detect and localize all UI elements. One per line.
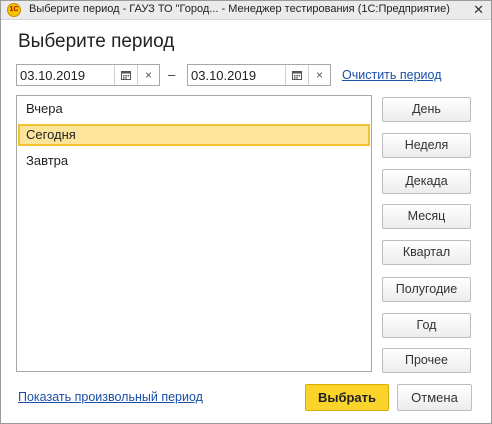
half-year-button[interactable]: Полугодие [382,277,471,302]
day-button[interactable]: День [382,97,471,122]
clear-date-to-icon[interactable]: × [308,65,330,85]
cancel-button[interactable]: Отмена [397,384,472,411]
app-logo-text: 1C [9,6,19,13]
dialog-heading: Выберите период [18,31,175,52]
calendar-icon[interactable] [114,65,137,85]
year-button[interactable]: Год [382,313,471,338]
date-from-field[interactable]: 03.10.2019 × [16,64,160,86]
period-dialog: 1C Выберите период - ГАУЗ ТО "Город... -… [0,0,492,424]
quarter-button[interactable]: Квартал [382,240,471,265]
date-to-value[interactable]: 03.10.2019 [191,68,256,83]
close-icon[interactable]: ✕ [473,1,484,19]
date-to-field[interactable]: 03.10.2019 × [187,64,331,86]
date-from-value[interactable]: 03.10.2019 [20,68,85,83]
week-button[interactable]: Неделя [382,133,471,158]
decade-button[interactable]: Декада [382,169,471,194]
app-logo-icon: 1C [7,3,21,17]
period-list[interactable]: Вчера Сегодня Завтра [16,95,372,372]
range-separator: – [168,67,176,82]
clear-period-link[interactable]: Очистить период [342,68,442,82]
title-bar[interactable]: 1C Выберите период - ГАУЗ ТО "Город... -… [1,1,491,20]
clear-date-from-icon[interactable]: × [137,65,159,85]
list-item-tomorrow[interactable]: Завтра [18,150,370,172]
other-button[interactable]: Прочее [382,348,471,373]
show-custom-period-link[interactable]: Показать произвольный период [18,390,203,404]
list-item-yesterday[interactable]: Вчера [18,98,370,120]
list-item-today[interactable]: Сегодня [18,124,370,146]
calendar-icon[interactable] [285,65,308,85]
select-button[interactable]: Выбрать [305,384,389,411]
month-button[interactable]: Месяц [382,204,471,229]
window-title: Выберите период - ГАУЗ ТО "Город... - Ме… [29,3,450,15]
